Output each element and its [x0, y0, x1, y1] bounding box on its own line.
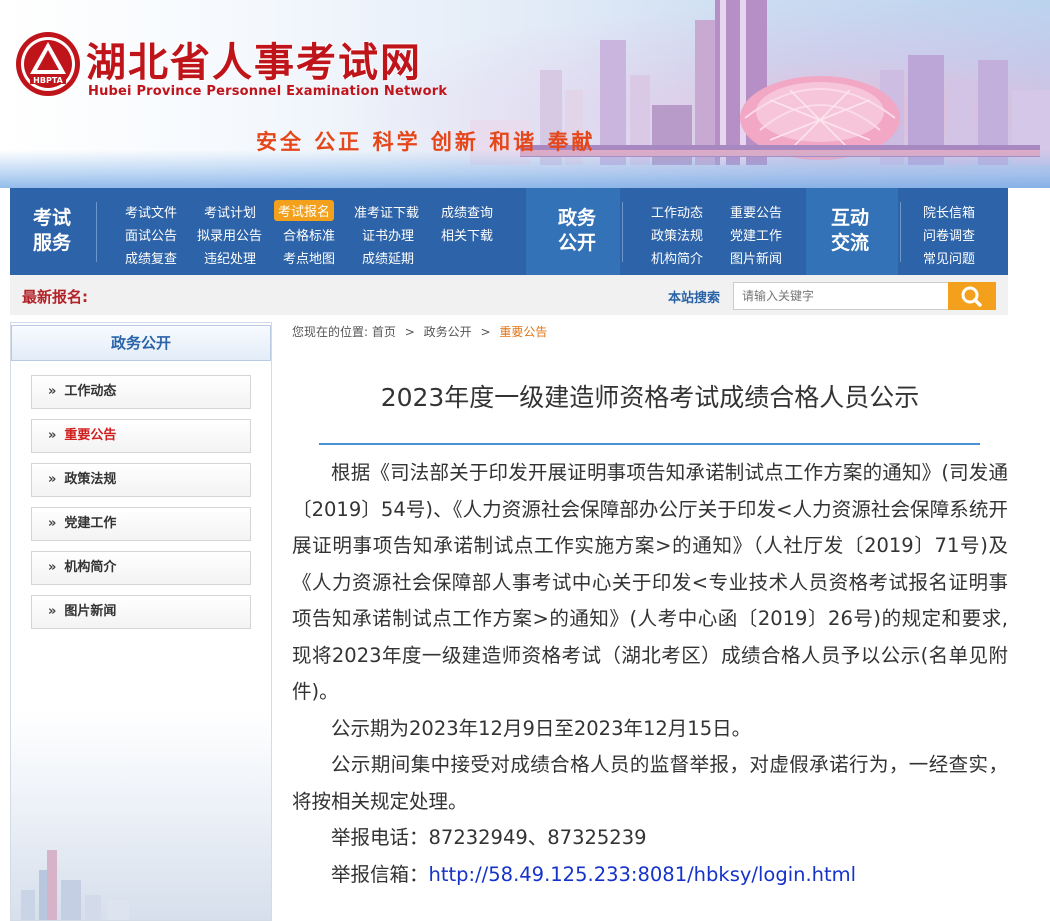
search-input[interactable] [733, 282, 949, 310]
breadcrumb-current[interactable]: 重要公告 [499, 325, 547, 339]
nav-link-work-news[interactable]: 工作动态 [651, 202, 703, 221]
hbpta-emblem-icon: HBPTA [16, 32, 80, 96]
report-mailbox-label: 举报信箱： [331, 862, 429, 886]
report-mailbox-link[interactable]: http://58.49.125.233:8081/hbksy/login.ht… [429, 863, 857, 886]
nav-divider [622, 202, 623, 262]
sidebar-item-label: 工作动态 [64, 384, 117, 399]
nav-link-score-delay[interactable]: 成绩延期 [362, 248, 414, 267]
sidebar-item-label: 政策法规 [64, 472, 117, 487]
site-search-label: 本站搜索 [668, 291, 721, 306]
search-button[interactable] [948, 282, 996, 310]
sidebar-item-label: 图片新闻 [64, 604, 117, 619]
sidebar-item-label: 重要公告 [64, 428, 117, 443]
nav-link-venue-map[interactable]: 考点地图 [283, 248, 335, 267]
nav-link-policies[interactable]: 政策法规 [651, 225, 703, 244]
nav-link-exam-registration[interactable]: 考试报名 [274, 200, 335, 221]
breadcrumb-separator: > [480, 325, 491, 339]
nav-link-admission-ticket[interactable]: 准考证下载 [354, 202, 419, 221]
nav-divider [96, 202, 97, 262]
breadcrumb-prefix: 您现在的位置: [292, 325, 369, 339]
nav-link-downloads[interactable]: 相关下载 [441, 225, 493, 244]
sidebar-skyline-image [21, 850, 129, 920]
sidebar: 政务公开 » 工作动态 » 重要公告 » 政策法规 » 党建工作 » 机构简介 » 图片新闻 [10, 322, 272, 921]
sidebar-item-important-notice[interactable]: » 重要公告 [31, 419, 251, 453]
double-chevron-right-icon: » [48, 560, 57, 575]
report-phone: 举报电话：87232949、87325239 [331, 826, 647, 849]
site-title[interactable]: 湖北省人事考试网 [86, 30, 422, 88]
sidebar-item-label: 机构简介 [64, 560, 117, 575]
header-banner: HBPTA 湖北省人事考试网 Hubei Province Personnel … [0, 0, 1050, 188]
nav-link-pass-standard[interactable]: 合格标准 [283, 225, 335, 244]
search-bar: 最新报名: 本站搜索 [10, 275, 1008, 315]
nav-divider [900, 202, 901, 262]
sidebar-item-policies[interactable]: » 政策法规 [31, 463, 251, 497]
nav-group-title-interaction: 互动 交流 [830, 207, 869, 254]
nav-group-title-gov-affairs: 政务 公开 [557, 207, 596, 254]
nav-link-party-building[interactable]: 党建工作 [730, 225, 782, 244]
double-chevron-right-icon: » [48, 516, 57, 531]
site-title-english: Hubei Province Personnel Examination Net… [88, 84, 448, 99]
sidebar-item-party-building[interactable]: » 党建工作 [31, 507, 251, 541]
nav-link-important-notice[interactable]: 重要公告 [730, 202, 782, 221]
article-paragraph: 根据《司法部关于印发开展证明事项告知承诺制试点工作方案的通知》(司发通〔2019… [292, 461, 1008, 703]
nav-link-exam-files[interactable]: 考试文件 [125, 202, 177, 221]
double-chevron-right-icon: » [48, 384, 57, 399]
nav-link-score-review[interactable]: 成绩复查 [125, 248, 177, 267]
nav-link-exam-plan[interactable]: 考试计划 [204, 202, 256, 221]
sidebar-item-label: 党建工作 [64, 516, 117, 531]
nav-link-director-mailbox[interactable]: 院长信箱 [923, 202, 975, 221]
article-body: 根据《司法部关于印发开展证明事项告知承诺制试点工作方案的通知》(司发通〔2019… [292, 455, 1008, 893]
sidebar-item-about[interactable]: » 机构简介 [31, 551, 251, 585]
breadcrumb-home[interactable]: 首页 [372, 325, 396, 339]
logo-text: HBPTA [33, 76, 63, 85]
nav-link-certificate[interactable]: 证书办理 [362, 225, 414, 244]
nav-link-interview-notice[interactable]: 面试公告 [125, 225, 177, 244]
nav-link-score-query[interactable]: 成绩查询 [441, 202, 493, 221]
article-paragraph: 公示期为2023年12月9日至2023年12月15日。 [331, 716, 752, 740]
nav-link-photo-news[interactable]: 图片新闻 [730, 248, 782, 267]
title-divider [319, 443, 980, 445]
sidebar-item-photo-news[interactable]: » 图片新闻 [31, 595, 251, 629]
nav-link-survey[interactable]: 问卷调查 [923, 225, 975, 244]
nav-link-violation[interactable]: 违纪处理 [204, 248, 256, 267]
double-chevron-right-icon: » [48, 428, 57, 443]
slogan: 安全 公正 科学 创新 和谐 奉献 [256, 130, 596, 154]
sidebar-item-work-news[interactable]: » 工作动态 [31, 375, 251, 409]
breadcrumb: 您现在的位置: 首页 > 政务公开 > 重要公告 [292, 323, 547, 340]
nav-link-about[interactable]: 机构简介 [651, 248, 703, 267]
article-paragraph: 公示期间集中接受对成绩合格人员的监督举报，对虚假承诺行为，一经查实，将按相关规定… [292, 753, 1008, 813]
search-icon [961, 286, 982, 307]
nav-link-faq[interactable]: 常见问题 [923, 248, 975, 267]
double-chevron-right-icon: » [48, 604, 57, 619]
latest-registration-label: 最新报名: [22, 288, 88, 306]
nav-link-hiring-notice[interactable]: 拟录用公告 [197, 225, 262, 244]
breadcrumb-separator: > [404, 325, 415, 339]
nav-group-title-exam-service: 考试 服务 [32, 207, 71, 254]
main-nav: 考试 服务 考试文件 考试计划 考试报名 准考证下载 成绩查询 面试公告 拟录用… [10, 188, 1008, 275]
article-title: 2023年度一级建造师资格考试成绩合格人员公示 [380, 383, 920, 412]
report-mailbox: 举报信箱：http://58.49.125.233:8081/hbksy/log… [292, 857, 1008, 894]
sidebar-heading: 政务公开 [11, 325, 271, 361]
breadcrumb-gov-affairs[interactable]: 政务公开 [424, 325, 472, 339]
double-chevron-right-icon: » [48, 472, 57, 487]
